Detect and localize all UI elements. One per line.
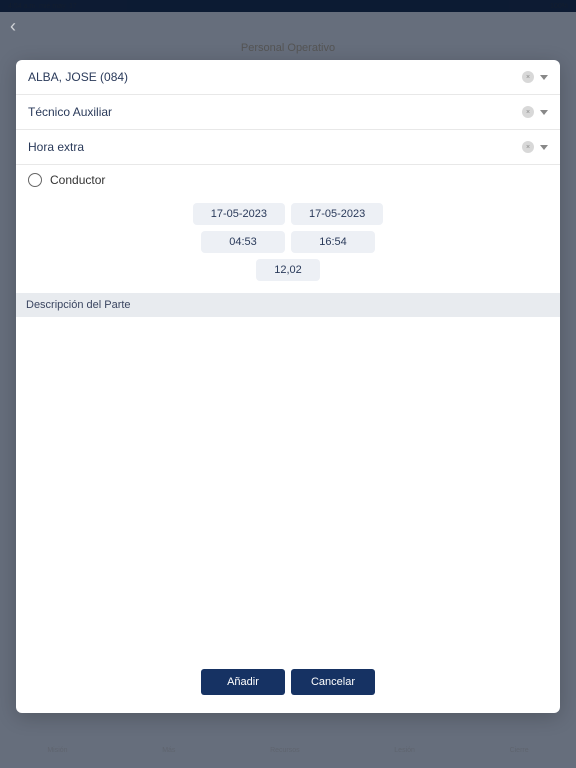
conductor-radio[interactable]: Conductor	[16, 165, 560, 195]
page-title: Personal Operativo	[241, 42, 335, 54]
time-row: 04:53 16:54	[201, 231, 375, 253]
end-time-chip[interactable]: 16:54	[291, 231, 375, 253]
role-dropdown[interactable]: Técnico Auxiliar ×	[16, 95, 560, 130]
action-buttons: Añadir Cancelar	[16, 657, 560, 713]
person-dropdown[interactable]: ALBA, JOSE (084) ×	[16, 60, 560, 95]
datetime-chips: 17-05-2023 17-05-2023 04:53 16:54 12,02	[16, 195, 560, 293]
description-textarea[interactable]	[16, 317, 560, 657]
description-header: Descripción del Parte	[16, 293, 560, 317]
chevron-down-icon[interactable]	[540, 145, 548, 150]
tab-mas[interactable]: Más	[162, 747, 175, 754]
clear-icon[interactable]: ×	[522, 141, 534, 153]
status-time: 4:54 a.m. mié may. 17	[8, 3, 77, 10]
duration-chip[interactable]: 12,02	[256, 259, 320, 281]
chevron-down-icon[interactable]	[540, 110, 548, 115]
tab-mision[interactable]: Misión	[47, 747, 67, 754]
back-icon[interactable]: ‹	[10, 16, 16, 37]
chevron-down-icon[interactable]	[540, 75, 548, 80]
dropdown-controls: ×	[522, 106, 548, 118]
end-date-chip[interactable]: 17-05-2023	[291, 203, 383, 225]
role-value: Técnico Auxiliar	[28, 105, 112, 119]
clear-icon[interactable]: ×	[522, 106, 534, 118]
tab-lesion[interactable]: Lesión	[394, 747, 415, 754]
person-value: ALBA, JOSE (084)	[28, 70, 128, 84]
duration-row: 12,02	[256, 259, 320, 281]
status-battery: 100%	[550, 3, 568, 10]
conductor-label: Conductor	[50, 173, 105, 187]
start-date-chip[interactable]: 17-05-2023	[193, 203, 285, 225]
tab-recursos[interactable]: Recursos	[270, 747, 300, 754]
tab-cierre[interactable]: Cierre	[510, 747, 529, 754]
add-button[interactable]: Añadir	[201, 669, 285, 695]
start-time-chip[interactable]: 04:53	[201, 231, 285, 253]
date-row: 17-05-2023 17-05-2023	[193, 203, 384, 225]
clear-icon[interactable]: ×	[522, 71, 534, 83]
hour-type-value: Hora extra	[28, 140, 84, 154]
dropdown-controls: ×	[522, 141, 548, 153]
dropdown-controls: ×	[522, 71, 548, 83]
hour-type-dropdown[interactable]: Hora extra ×	[16, 130, 560, 165]
modal-dialog: ALBA, JOSE (084) × Técnico Auxiliar × Ho…	[16, 60, 560, 713]
nav-bar: ‹	[0, 12, 576, 40]
status-bar: 4:54 a.m. mié may. 17 100%	[0, 0, 576, 12]
radio-icon	[28, 173, 42, 187]
cancel-button[interactable]: Cancelar	[291, 669, 375, 695]
tab-bar: Misión Más Recursos Lesión Cierre	[0, 733, 576, 768]
